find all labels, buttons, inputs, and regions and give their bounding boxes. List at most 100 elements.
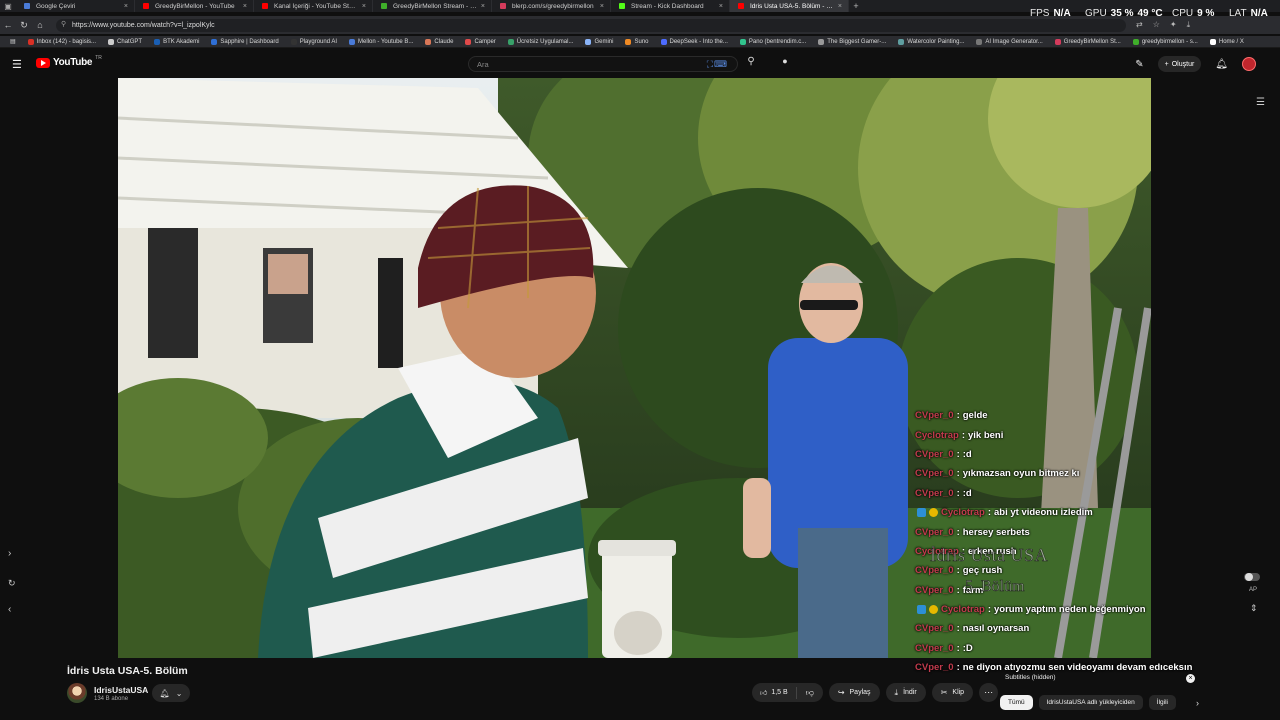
extensions-icon[interactable]: ✦ xyxy=(1170,20,1177,30)
chat-separator: : xyxy=(956,487,960,499)
youtube-logo-text: YouTube xyxy=(53,57,93,68)
bookmark-item[interactable]: The Biggest Gamer-... xyxy=(812,38,892,45)
translate-input-icon[interactable]: ⛶ xyxy=(707,59,713,70)
close-circle-icon[interactable]: × xyxy=(1186,674,1195,683)
channel-avatar[interactable] xyxy=(67,683,87,703)
browser-tab[interactable]: İdris Usta USA-5. Bölüm - Yo... × xyxy=(730,0,849,12)
tab-close-icon[interactable]: × xyxy=(838,3,842,10)
like-button[interactable]: 👍︎ 1,5 B xyxy=(752,686,797,699)
bookmark-label: Camper xyxy=(474,38,496,45)
chat-message: Cyclotrap: yorum yaptım neden beğenmiyon xyxy=(915,600,1225,619)
tab-close-icon[interactable]: × xyxy=(124,3,128,10)
collapse-left-arrow-icon[interactable]: ‹ xyxy=(8,604,11,615)
bookmark-item[interactable]: greedybirmellon - s... xyxy=(1127,38,1204,45)
filter-chip[interactable]: Tümü xyxy=(1000,695,1033,710)
chat-separator: : xyxy=(956,662,960,674)
bookmark-item[interactable]: ChatGPT xyxy=(102,38,148,45)
menu-hamburger-icon[interactable]: ☰ xyxy=(12,58,22,71)
share-button[interactable]: ↪ Paylaş xyxy=(828,683,880,702)
subscription-bell-button[interactable]: 🔔︎ ⌄ xyxy=(152,684,190,702)
cast-icon[interactable]: ✎ xyxy=(1135,59,1143,70)
bookmark-item[interactable]: Pano (bentrendim.c... xyxy=(734,38,812,45)
more-actions-button[interactable]: ⋯ xyxy=(979,683,999,702)
filter-chip[interactable]: İlgili xyxy=(1148,695,1176,710)
channel-name[interactable]: IdrisUstaUSA xyxy=(94,685,148,695)
refresh-small-icon[interactable]: ↻ xyxy=(8,578,16,589)
tab-close-icon[interactable]: × xyxy=(243,3,247,10)
bookmark-label: greedybirmellon - s... xyxy=(1141,38,1198,45)
back-icon[interactable]: ← xyxy=(0,20,16,30)
tab-close-icon[interactable]: × xyxy=(362,3,366,10)
browser-tab[interactable]: GreedyBirMellon Stream - Watch... × xyxy=(373,0,492,12)
video-watermark-episode: 5. Bölüm xyxy=(965,578,1025,596)
chips-next-arrow-icon[interactable]: › xyxy=(1196,698,1199,708)
bookmark-item[interactable]: AI Image Generator... xyxy=(970,38,1048,45)
bookmark-item[interactable]: Gemini xyxy=(579,38,619,45)
bookmark-label: Watercolor Painting... xyxy=(907,38,965,45)
chat-separator: : xyxy=(956,410,960,422)
bookmark-item[interactable]: Sapphire | Dashboard xyxy=(205,38,284,45)
browser-tab[interactable]: GreedyBirMellon - YouTube × xyxy=(135,0,254,12)
browser-tab[interactable]: blerp.com/s/greedybirmellon × xyxy=(492,0,611,12)
bookmarks-bar: ▤ Inbox (142) - bagisis... ChatGPT BTK Aka… xyxy=(0,36,1280,48)
search-button-icon[interactable]: ⚲ xyxy=(742,56,760,72)
bookmark-favicon-icon xyxy=(625,38,632,45)
microphone-icon[interactable]: ● xyxy=(778,56,792,70)
tab-close-icon[interactable]: × xyxy=(481,3,485,10)
bookmark-item[interactable]: Ücretsiz Uygulamal... xyxy=(502,38,580,45)
home-icon[interactable]: ⌂ xyxy=(32,20,48,30)
tab-close-icon[interactable]: × xyxy=(600,3,604,10)
scroll-updown-icon[interactable]: ⇕ xyxy=(1250,603,1258,614)
more-horizontal-icon: ⋯ xyxy=(984,687,994,697)
bookmark-favicon-icon xyxy=(818,38,825,45)
chat-username: Cyclotrap xyxy=(941,507,985,519)
bookmark-label: Home / X xyxy=(1218,38,1244,45)
reload-icon[interactable]: ↻ xyxy=(16,20,32,31)
download-icon[interactable]: ⤓ xyxy=(1187,20,1191,30)
bookmark-item[interactable]: Watercolor Painting... xyxy=(892,38,970,45)
browser-tab[interactable]: Kanal İçeriği - YouTube Studio × xyxy=(254,0,373,12)
keyboard-icon[interactable]: ⌨ xyxy=(714,59,727,70)
bookmark-item[interactable]: GreedyBirMellon St... xyxy=(1049,38,1127,45)
chat-username: CVper_0 xyxy=(915,642,954,654)
chat-username: CVper_0 xyxy=(915,584,954,596)
bookmark-item[interactable]: BTK Akademi xyxy=(148,38,205,45)
bookmark-item[interactable]: Camper xyxy=(459,38,501,45)
bookmark-item[interactable]: Home / X xyxy=(1204,38,1250,45)
bookmark-star-icon[interactable]: ☆ xyxy=(1153,20,1160,30)
browser-tab[interactable]: Google Çeviri × xyxy=(16,0,135,12)
download-button[interactable]: ⤓ İndir xyxy=(885,683,926,702)
download-arrow-icon: ⤓ xyxy=(894,687,899,697)
notifications-bell-icon[interactable]: 🔔︎ xyxy=(1215,59,1228,70)
browser-tab[interactable]: Stream - Kick Dashboard × xyxy=(611,0,730,12)
expand-right-arrow-icon[interactable]: › xyxy=(8,548,11,559)
bookmark-item[interactable]: Inbox (142) - bagisis... xyxy=(22,38,102,45)
bookmark-item[interactable]: Playground AI xyxy=(285,38,343,45)
bookmarks-folder-icon[interactable]: ▤ xyxy=(4,38,22,45)
chat-panel-toggle-icon[interactable]: ☰ xyxy=(1256,97,1265,108)
filter-chip[interactable]: IdrisUstaUSA adlı yükleyiciden xyxy=(1038,695,1143,710)
window-menu-icon[interactable]: ▣ xyxy=(0,0,16,12)
bookmark-item[interactable]: DeepSeek - Into the... xyxy=(655,38,734,45)
user-avatar[interactable] xyxy=(1242,57,1256,71)
dislike-button[interactable]: 👎︎ xyxy=(797,688,823,698)
chat-text: :D xyxy=(962,642,973,654)
url-field[interactable]: https://www.youtube.com/watch?v=l_izpolK… xyxy=(56,18,1126,32)
clip-button[interactable]: ✂ Klip xyxy=(931,683,974,702)
translate-icon[interactable]: ⇄ xyxy=(1136,20,1143,30)
new-tab-button[interactable]: + xyxy=(849,1,863,11)
bookmark-item[interactable]: Suno xyxy=(619,38,654,45)
plus-icon: + xyxy=(1164,60,1169,68)
bookmark-item[interactable]: Claude xyxy=(419,38,459,45)
bookmark-label: Inbox (142) - bagisis... xyxy=(36,38,97,45)
chat-message: CVper_0::D xyxy=(915,639,1225,658)
bookmark-favicon-icon xyxy=(1209,38,1216,45)
autoplay-toggle[interactable] xyxy=(1244,573,1260,581)
tab-close-icon[interactable]: × xyxy=(719,3,723,10)
create-button[interactable]: + Oluştur xyxy=(1157,56,1202,72)
chat-message: CVper_0: gelde xyxy=(915,406,1225,425)
youtube-logo[interactable]: YouTube TR xyxy=(36,55,102,68)
tab-favicon-icon xyxy=(381,3,387,9)
bookmark-item[interactable]: Mellon - Youtube B... xyxy=(343,38,419,45)
search-input[interactable]: Ara ⛶ ⌨ xyxy=(468,56,738,72)
